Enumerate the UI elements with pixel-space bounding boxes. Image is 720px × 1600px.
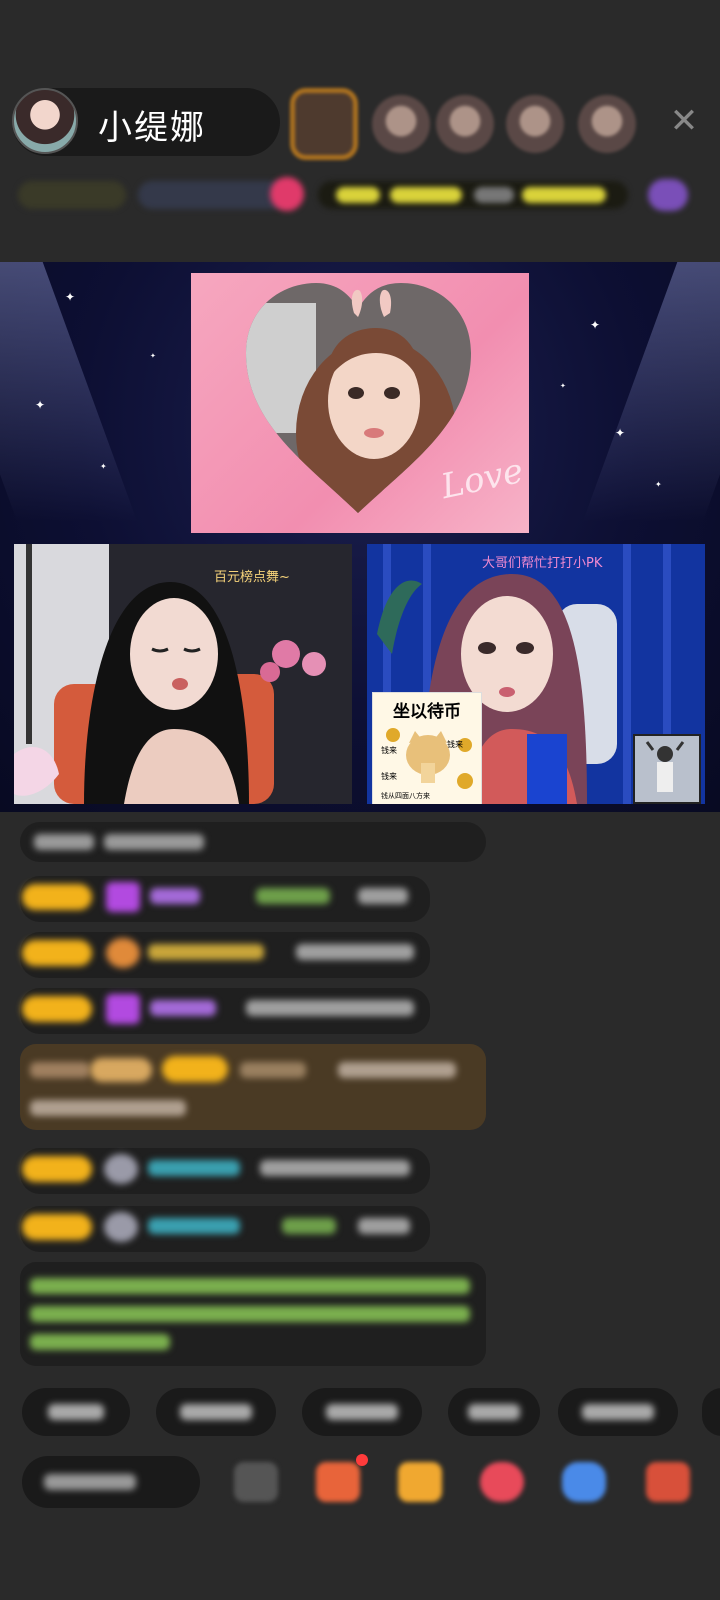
top-viewer-avatar-5[interactable] (578, 95, 636, 153)
top-viewer-avatar-1[interactable] (290, 88, 358, 160)
shield-icon (106, 938, 140, 968)
host-avatar[interactable] (12, 88, 78, 154)
pk-icon[interactable] (480, 1462, 524, 1502)
chat-message-5[interactable] (20, 1148, 430, 1194)
chat-message-system[interactable] (20, 1044, 486, 1130)
room-tag-bar[interactable] (18, 175, 698, 215)
host-name[interactable]: 小缇娜 (98, 100, 206, 149)
top-viewer-avatar-3[interactable] (436, 95, 494, 153)
spotlight-right (582, 262, 720, 522)
heart-photo (246, 283, 471, 513)
top-viewer-avatar-4[interactable] (506, 95, 564, 153)
level-badge (22, 996, 92, 1022)
sticker-line-3: 钱来 (381, 772, 397, 781)
chat-message-announcement[interactable] (20, 1262, 486, 1366)
share-icon[interactable] (562, 1462, 606, 1502)
quick-action-2[interactable] (156, 1388, 276, 1436)
cam-left[interactable]: 百元榜点舞~ (14, 544, 352, 804)
chat-message-3[interactable] (20, 932, 430, 978)
sticker-title: 坐以待币 (393, 702, 461, 722)
pip-photo (635, 736, 699, 802)
avatar (104, 1212, 138, 1242)
right-cam-caption: 大哥们帮忙打打小PK (482, 556, 603, 571)
more-icon[interactable] (646, 1462, 690, 1502)
quick-action-6[interactable] (702, 1388, 720, 1436)
pip-video-thumb[interactable] (633, 734, 701, 804)
emoji-icon[interactable] (234, 1462, 278, 1502)
chat-input[interactable] (22, 1456, 200, 1508)
streamer-left-photo (14, 544, 352, 804)
chat-message-2[interactable] (20, 876, 430, 922)
quick-action-5[interactable] (558, 1388, 678, 1436)
chat-message-1[interactable] (20, 822, 486, 862)
left-cam-caption: 百元榜点舞~ (214, 570, 290, 585)
sticker-coin-cat[interactable]: 坐以待币 钱来 钱来 钱来 钱从四面八方来 (372, 692, 482, 804)
chat-message-6[interactable] (20, 1206, 430, 1252)
notification-dot (356, 1454, 368, 1466)
cam-right[interactable]: 大哥们帮忙打打小PK 坐以待币 钱来 钱来 钱来 钱从四面八方来 (367, 544, 705, 804)
avatar (104, 1154, 138, 1184)
sticker-line-4: 钱从四面八方来 (381, 792, 430, 800)
love-frame-card[interactable]: Love (191, 273, 529, 533)
quick-action-4[interactable] (448, 1388, 540, 1436)
gem-icon (106, 994, 140, 1024)
gift-box-icon[interactable] (316, 1462, 360, 1502)
level-badge (22, 1214, 92, 1240)
level-badge (22, 1156, 92, 1182)
close-icon[interactable]: ✕ (668, 104, 700, 138)
gift-icon[interactable] (398, 1462, 442, 1502)
gem-icon (106, 882, 140, 912)
quick-action-3[interactable] (302, 1388, 422, 1436)
quick-action-1[interactable] (22, 1388, 130, 1436)
level-badge (22, 940, 92, 966)
top-viewer-avatar-2[interactable] (372, 95, 430, 153)
sticker-line-1: 钱来 (381, 746, 397, 755)
chat-message-4[interactable] (20, 988, 430, 1034)
level-badge (22, 884, 92, 910)
sticker-line-2: 钱来 (447, 740, 463, 749)
